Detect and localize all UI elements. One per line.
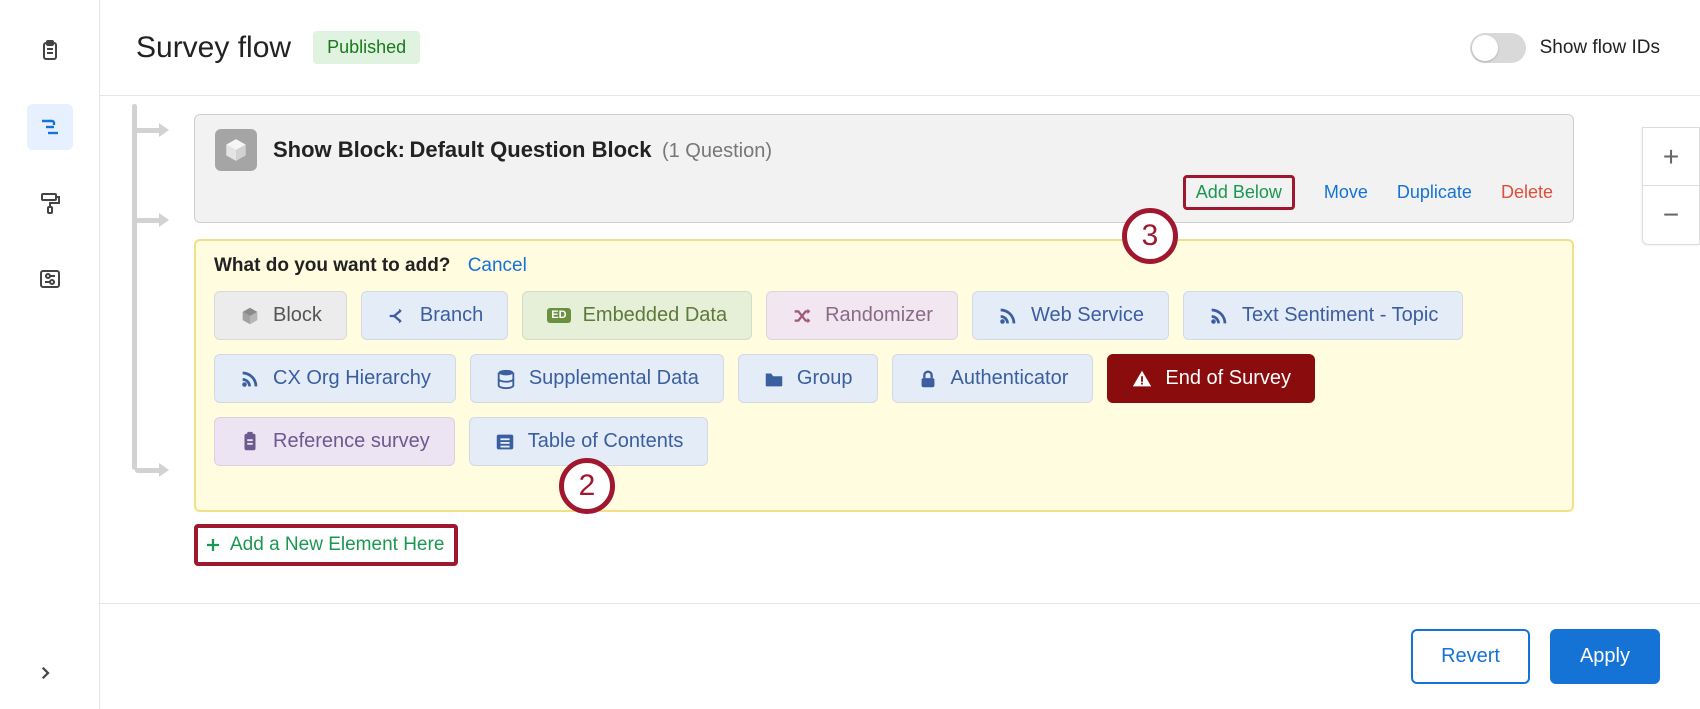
list-icon bbox=[494, 431, 516, 453]
block-actions: Add Below Move Duplicate Delete bbox=[215, 175, 1553, 210]
zoom-out-button[interactable]: − bbox=[1643, 186, 1699, 244]
option-reference-survey[interactable]: Reference survey bbox=[214, 417, 455, 466]
rss-icon bbox=[997, 305, 1019, 327]
option-cx-org[interactable]: CX Org Hierarchy bbox=[214, 354, 456, 403]
chevron-right-icon bbox=[36, 664, 54, 682]
show-flow-ids-label: Show flow IDs bbox=[1540, 37, 1660, 59]
block-icon bbox=[215, 129, 257, 171]
show-flow-ids-toggle[interactable] bbox=[1470, 33, 1526, 63]
paint-roller-icon bbox=[38, 191, 62, 215]
lock-icon bbox=[917, 368, 939, 390]
zoom-controls: + − bbox=[1642, 127, 1700, 245]
flow-block-card: Show Block: Default Question Block (1 Qu… bbox=[194, 114, 1574, 223]
content-area: Show Block: Default Question Block (1 Qu… bbox=[100, 96, 1700, 589]
rss-icon bbox=[1208, 305, 1230, 327]
option-web-service[interactable]: Web Service bbox=[972, 291, 1169, 340]
add-new-element-button[interactable]: Add a New Element Here bbox=[194, 524, 458, 566]
option-branch[interactable]: Branch bbox=[361, 291, 508, 340]
branch-icon bbox=[386, 305, 408, 327]
option-text-sentiment[interactable]: Text Sentiment - Topic bbox=[1183, 291, 1463, 340]
annotation-2: 2 bbox=[559, 458, 615, 514]
option-supplemental[interactable]: Supplemental Data bbox=[470, 354, 724, 403]
status-badge: Published bbox=[313, 31, 420, 64]
footer: Revert Apply bbox=[100, 603, 1700, 709]
database-icon bbox=[495, 368, 517, 390]
shuffle-icon bbox=[791, 305, 813, 327]
rss-icon bbox=[239, 368, 261, 390]
sidebar-item-survey[interactable] bbox=[27, 28, 73, 74]
clipboard-icon bbox=[38, 39, 62, 63]
block-title: Show Block: Default Question Block (1 Qu… bbox=[273, 137, 772, 163]
zoom-in-button[interactable]: + bbox=[1643, 128, 1699, 186]
option-end-of-survey[interactable]: End of Survey bbox=[1107, 354, 1315, 403]
warning-icon bbox=[1131, 368, 1153, 390]
option-randomizer[interactable]: Randomizer bbox=[766, 291, 958, 340]
folder-icon bbox=[763, 368, 785, 390]
annotation-3: 3 bbox=[1122, 208, 1178, 264]
picker-prompt: What do you want to add? Cancel bbox=[214, 255, 1554, 277]
flow-icon bbox=[38, 115, 62, 139]
revert-button[interactable]: Revert bbox=[1411, 629, 1530, 684]
element-picker: What do you want to add? Cancel Block Br… bbox=[194, 239, 1574, 512]
option-group[interactable]: Group bbox=[738, 354, 878, 403]
move-button[interactable]: Move bbox=[1324, 182, 1368, 202]
add-below-button[interactable]: Add Below bbox=[1183, 175, 1295, 210]
sidebar-item-look[interactable] bbox=[27, 180, 73, 226]
box-icon bbox=[223, 137, 249, 163]
option-authenticator[interactable]: Authenticator bbox=[892, 354, 1094, 403]
sidebar-expand[interactable] bbox=[36, 664, 54, 687]
ed-badge-icon: ED bbox=[547, 308, 570, 323]
option-embedded-data[interactable]: ED Embedded Data bbox=[522, 291, 752, 340]
sidebar-item-flow[interactable] bbox=[27, 104, 73, 150]
sidebar bbox=[0, 0, 100, 709]
delete-button[interactable]: Delete bbox=[1501, 182, 1553, 202]
page-title: Survey flow bbox=[136, 31, 291, 65]
box-icon bbox=[239, 305, 261, 327]
apply-button[interactable]: Apply bbox=[1550, 629, 1660, 684]
duplicate-button[interactable]: Duplicate bbox=[1397, 182, 1472, 202]
header: Survey flow Published Show flow IDs bbox=[100, 0, 1700, 96]
sliders-icon bbox=[38, 267, 62, 291]
sidebar-item-options[interactable] bbox=[27, 256, 73, 302]
option-block[interactable]: Block bbox=[214, 291, 347, 340]
plus-icon bbox=[204, 536, 222, 554]
cancel-button[interactable]: Cancel bbox=[468, 255, 527, 276]
clipboard-list-icon bbox=[239, 431, 261, 453]
